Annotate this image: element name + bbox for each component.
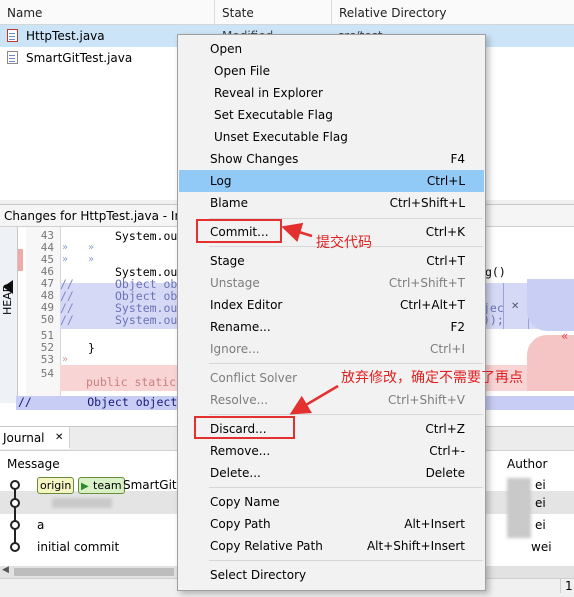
commit-annotation: 提交代码	[316, 235, 372, 251]
arrow-icon	[289, 384, 339, 415]
discard-annotation: 放弃修改，确定不需要了再点	[341, 370, 523, 386]
arrow-icon	[281, 222, 313, 242]
annotation-arrows	[281, 222, 339, 415]
